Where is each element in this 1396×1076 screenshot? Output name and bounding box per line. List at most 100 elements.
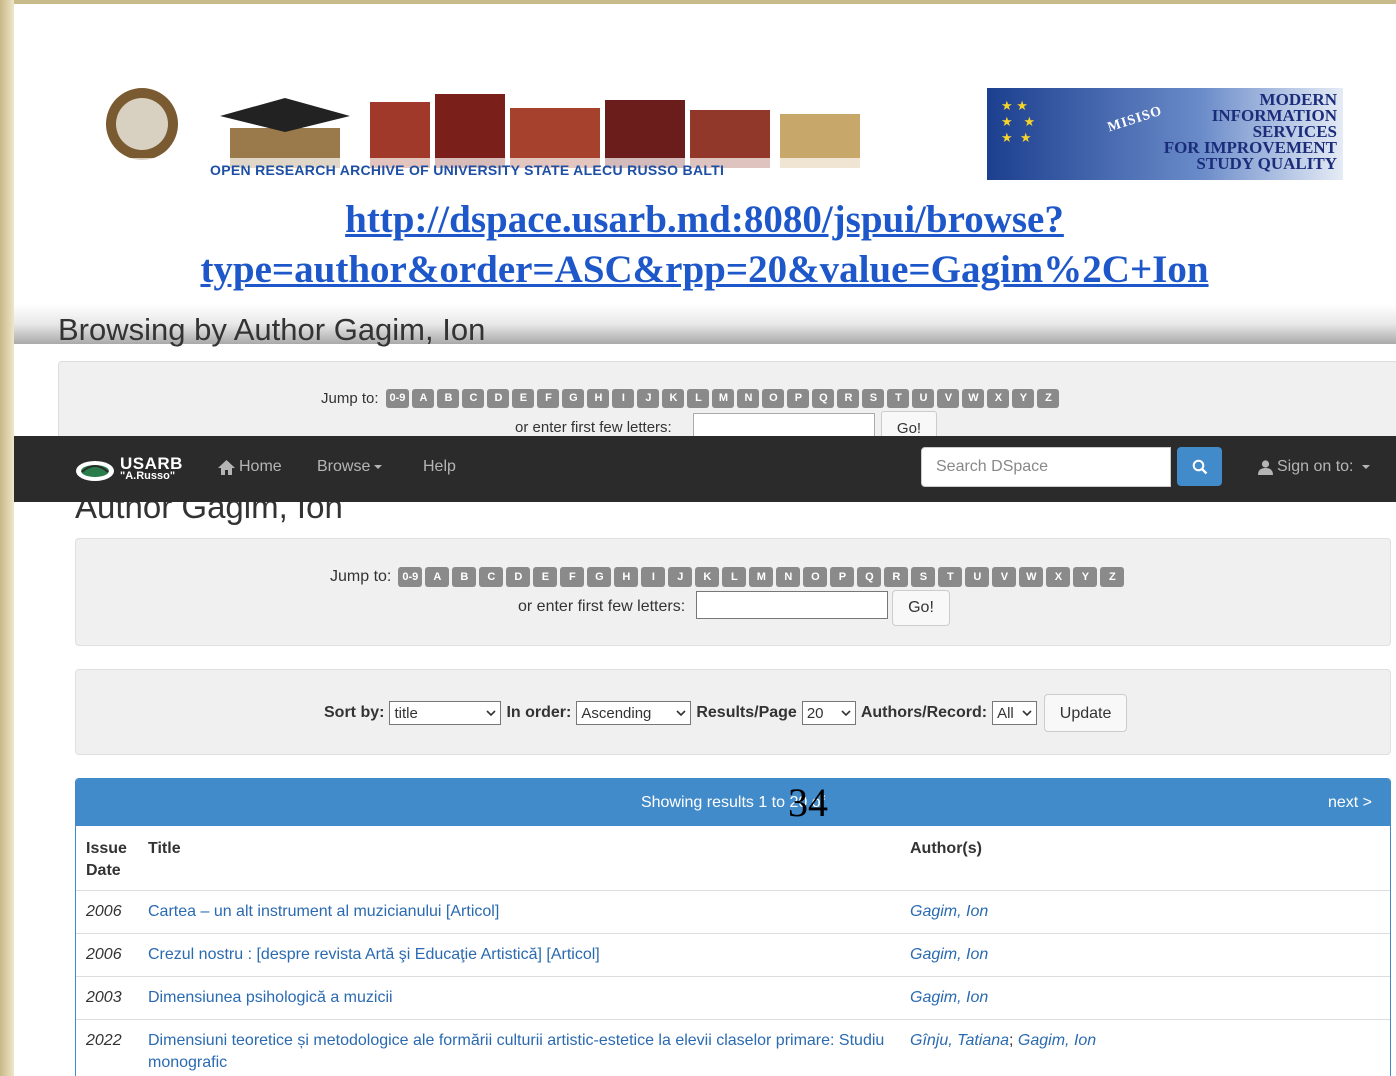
item-authors-cell: Gagim, Ion	[900, 933, 1390, 977]
item-title-link[interactable]: Dimensiunea psihologică a muzicii	[148, 989, 393, 1006]
jump-letter-d[interactable]: D	[487, 389, 510, 408]
usarb-brand[interactable]: USARB "A.Russo"	[74, 452, 190, 488]
jump-letter-s[interactable]: S	[862, 389, 885, 408]
jump-letter-g[interactable]: G	[562, 389, 585, 408]
nav-home[interactable]: Home	[218, 458, 282, 476]
item-title-link[interactable]: Crezul nostru : [despre revista Artă şi …	[148, 946, 600, 963]
jump-letter-0-9[interactable]: 0-9	[398, 567, 423, 587]
jump-letter-r[interactable]: R	[837, 389, 860, 408]
nav-help[interactable]: Help	[423, 458, 456, 476]
jump-letter-t[interactable]: T	[887, 389, 910, 408]
author-link[interactable]: Gagim, Ion	[910, 946, 988, 963]
jump-letter-e[interactable]: E	[512, 389, 535, 408]
jump-letter-m[interactable]: M	[712, 389, 735, 408]
author-link[interactable]: Gagim, Ion	[910, 989, 988, 1006]
results-per-page-value: 20	[806, 704, 824, 722]
brand-subname: "A.Russo"	[120, 470, 176, 482]
jump-letter-l[interactable]: L	[687, 389, 710, 408]
results-per-page-label: Results/Page	[696, 704, 797, 721]
jump-letter-k[interactable]: K	[695, 567, 720, 587]
order-value: Ascending	[581, 704, 652, 722]
title-header[interactable]: Title	[138, 826, 900, 891]
jump-letter-s[interactable]: S	[911, 567, 936, 587]
results-table: Issue Date Title Author(s) 2006 Cartea – u…	[76, 826, 1390, 1076]
jump-letter-z[interactable]: Z	[1100, 567, 1125, 587]
jump-letter-i[interactable]: I	[641, 567, 666, 587]
jump-letter-w[interactable]: W	[1019, 567, 1044, 587]
jump-letter-u[interactable]: U	[912, 389, 935, 408]
author-link[interactable]: Gînju, Tatiana	[910, 1032, 1009, 1049]
update-button[interactable]: Update	[1044, 694, 1128, 732]
results-total: 34	[788, 780, 828, 825]
results-per-page-select[interactable]: 20	[801, 701, 856, 725]
dspace-url-link[interactable]: http://dspace.usarb.md:8080/jspui/browse…	[32, 195, 1377, 295]
issue-date: 2006	[76, 933, 138, 977]
open-research-archive-logo: OPEN RESEARCH ARCHIVE OF UNIVERSITY STAT…	[100, 84, 870, 184]
jump-letter-e[interactable]: E	[533, 567, 558, 587]
next-page-link[interactable]: next >	[1328, 794, 1372, 812]
author-link[interactable]: Gagim, Ion	[910, 903, 988, 920]
jump-letter-x[interactable]: X	[987, 389, 1010, 408]
upper-letters-input[interactable]	[693, 413, 875, 436]
enter-letters-label: or enter first few letters:	[518, 598, 686, 615]
jump-letter-0-9[interactable]: 0-9	[385, 389, 410, 408]
jump-letter-o[interactable]: O	[762, 389, 785, 408]
jump-letter-f[interactable]: F	[537, 389, 560, 408]
jump-letter-z[interactable]: Z	[1037, 389, 1060, 408]
item-title-link[interactable]: Cartea – un alt instrument al muzicianul…	[148, 903, 499, 920]
jump-letter-j[interactable]: J	[668, 567, 693, 587]
jump-letter-q[interactable]: Q	[857, 567, 882, 587]
item-title-link[interactable]: Dimensiuni teoretice și metodologice ale…	[148, 1032, 884, 1071]
jump-letter-b[interactable]: B	[452, 567, 477, 587]
jump-letter-p[interactable]: P	[830, 567, 855, 587]
upper-go-button[interactable]: Go!	[881, 411, 937, 436]
starts-with-input[interactable]	[696, 591, 888, 619]
go-button[interactable]: Go!	[892, 590, 950, 626]
sign-on-dropdown[interactable]: Sign on to:	[1258, 458, 1370, 476]
sort-panel: Sort by: title In order: Ascending Resul…	[75, 669, 1391, 755]
sort-by-select[interactable]: title	[389, 701, 502, 725]
jump-letter-x[interactable]: X	[1046, 567, 1071, 587]
jump-letter-d[interactable]: D	[506, 567, 531, 587]
jump-letter-y[interactable]: Y	[1012, 389, 1035, 408]
jump-letter-r[interactable]: R	[884, 567, 909, 587]
jump-letter-g[interactable]: G	[587, 567, 612, 587]
jump-letter-c[interactable]: C	[479, 567, 504, 587]
jump-letter-a[interactable]: A	[412, 389, 435, 408]
jump-letter-v[interactable]: V	[937, 389, 960, 408]
jump-letter-h[interactable]: H	[587, 389, 610, 408]
order-select[interactable]: Ascending	[576, 701, 692, 725]
jump-letter-a[interactable]: A	[425, 567, 450, 587]
jump-letter-k[interactable]: K	[662, 389, 685, 408]
jump-letter-b[interactable]: B	[437, 389, 460, 408]
item-title-cell: Cartea – un alt instrument al muzicianul…	[138, 890, 900, 934]
slide-top: OPEN RESEARCH ARCHIVE OF UNIVERSITY STAT…	[14, 4, 1396, 436]
jump-letter-j[interactable]: J	[637, 389, 660, 408]
sort-by-value: title	[394, 704, 418, 722]
jump-letter-n[interactable]: N	[776, 567, 801, 587]
jump-letter-v[interactable]: V	[992, 567, 1017, 587]
jump-letter-l[interactable]: L	[722, 567, 747, 587]
nav-browse-dropdown[interactable]: Browse	[317, 458, 383, 476]
jump-letter-i[interactable]: I	[612, 389, 635, 408]
jump-letter-c[interactable]: C	[462, 389, 485, 408]
authors-header[interactable]: Author(s)	[900, 826, 1390, 891]
jump-letter-p[interactable]: P	[787, 389, 810, 408]
issue-date: 2022	[76, 1019, 138, 1076]
jump-letter-n[interactable]: N	[737, 389, 760, 408]
jump-letter-f[interactable]: F	[560, 567, 585, 587]
jump-letter-h[interactable]: H	[614, 567, 639, 587]
jump-letter-m[interactable]: M	[749, 567, 774, 587]
nav-home-label: Home	[239, 458, 282, 475]
search-input[interactable]	[921, 447, 1171, 487]
jump-letter-u[interactable]: U	[965, 567, 990, 587]
jump-letter-w[interactable]: W	[962, 389, 985, 408]
jump-letter-q[interactable]: Q	[812, 389, 835, 408]
authors-per-record-select[interactable]: All	[992, 701, 1038, 725]
jump-letter-t[interactable]: T	[938, 567, 963, 587]
jump-letter-y[interactable]: Y	[1073, 567, 1098, 587]
author-link[interactable]: Gagim, Ion	[1018, 1032, 1096, 1049]
issue-date-header[interactable]: Issue Date	[76, 826, 138, 891]
search-button[interactable]	[1177, 447, 1222, 486]
jump-letter-o[interactable]: O	[803, 567, 828, 587]
